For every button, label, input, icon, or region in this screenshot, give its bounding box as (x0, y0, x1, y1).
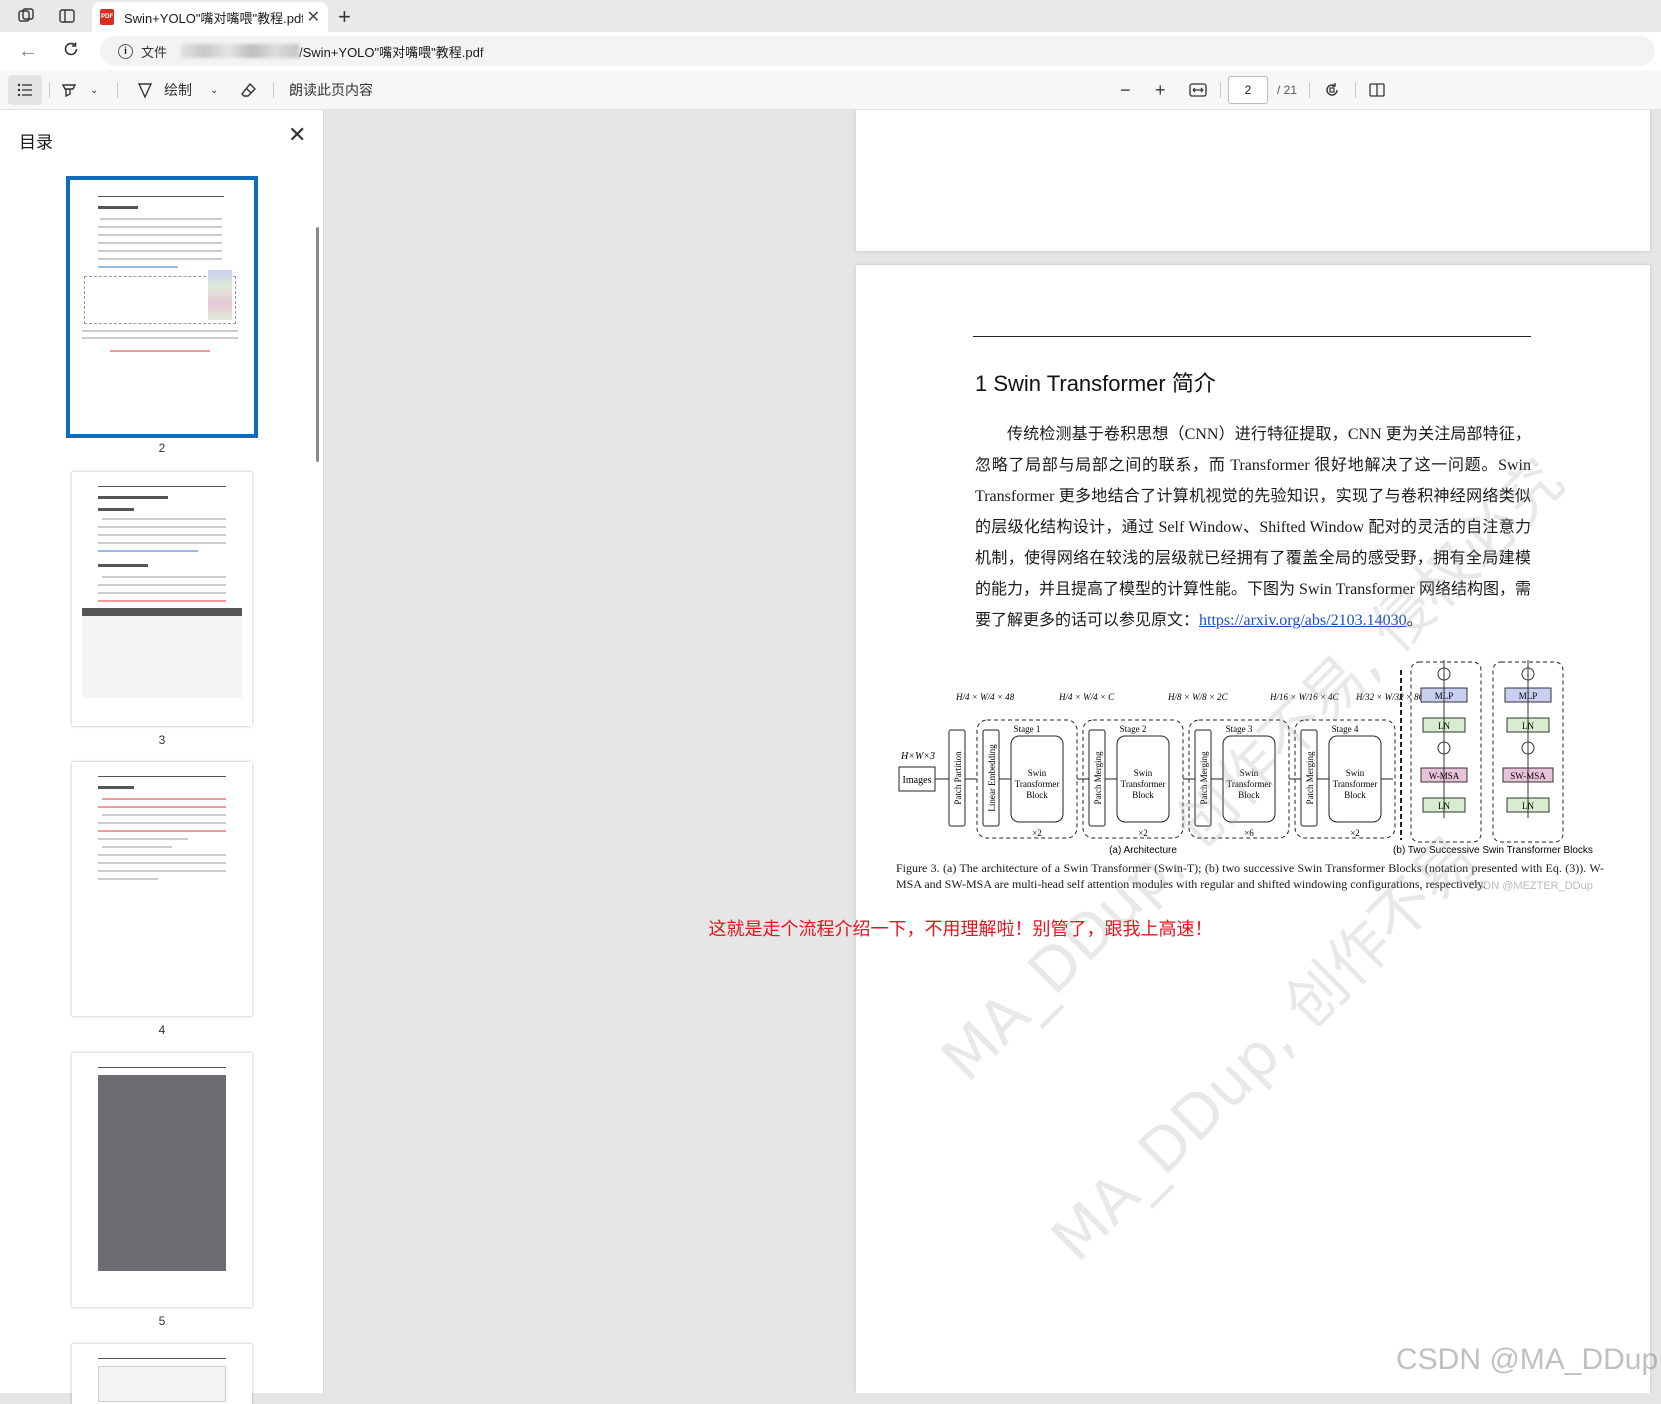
svg-text:Patch Merging: Patch Merging (1093, 751, 1103, 805)
header-rule (973, 336, 1531, 337)
new-tab-icon[interactable]: + (338, 4, 351, 30)
tab-bar: PDF Swin+YOLO"嘴对嘴喂"教程.pdf ✕ + (0, 0, 1661, 32)
pdf-page-1 (856, 110, 1650, 251)
chevron-down-icon[interactable]: ⌄ (210, 78, 218, 102)
dim-label: H/4 × W/4 × C (1058, 692, 1115, 702)
info-icon[interactable]: i (118, 43, 133, 59)
thumbnail-page-number: 2 (158, 441, 166, 455)
divider (1220, 82, 1221, 98)
page-thumbnail[interactable] (72, 1344, 252, 1404)
patch-partition-label: Patch Partition (953, 751, 963, 805)
active-tab[interactable]: PDF Swin+YOLO"嘴对嘴喂"教程.pdf ✕ (92, 2, 328, 32)
refresh-icon[interactable] (62, 40, 80, 64)
section-heading: 1 Swin Transformer 简介 (975, 371, 1216, 396)
divider (1355, 82, 1356, 98)
svg-text:Transformer: Transformer (1121, 779, 1166, 789)
thumbnail-page-number: 4 (158, 1023, 166, 1037)
workspaces-icon[interactable] (16, 6, 36, 26)
svg-text:Swin: Swin (1346, 768, 1365, 778)
zoom-in-button[interactable]: + (1155, 78, 1166, 102)
draw-button[interactable]: 绘制 (136, 78, 192, 102)
linear-embedding-label: Linear Embedding (987, 744, 997, 812)
navigation-bar: ← i 文件 /Swin+YOLO"嘴对嘴喂"教程.pdf (0, 32, 1661, 70)
divider (273, 82, 274, 98)
tab-title: Swin+YOLO"嘴对嘴喂"教程.pdf (124, 10, 303, 26)
pdf-icon: PDF (100, 9, 114, 25)
page-view-icon[interactable] (1368, 78, 1386, 102)
sidebar-scrollbar[interactable] (316, 227, 319, 462)
svg-text:Swin: Swin (1134, 768, 1153, 778)
svg-text:Block: Block (1026, 790, 1048, 800)
close-icon[interactable]: ✕ (288, 122, 306, 148)
highlight-icon[interactable] (60, 78, 78, 102)
sidebar-title: 目录 (19, 133, 53, 152)
repeat-label: ×2 (1350, 828, 1360, 838)
divider (1309, 82, 1310, 98)
page-thumbnail[interactable] (72, 1053, 252, 1307)
images-label: Images (903, 775, 932, 786)
back-icon[interactable]: ← (18, 40, 38, 63)
svg-text:Block: Block (1132, 790, 1154, 800)
svg-text:Swin: Swin (1028, 768, 1047, 778)
page-thumbnail[interactable] (66, 176, 258, 438)
page-thumbnail[interactable] (72, 472, 252, 726)
blurred-path (181, 44, 300, 58)
toc-sidebar: 目录 ✕ 2 3 4 5 (0, 110, 324, 1404)
svg-text:Transformer: Transformer (1015, 779, 1060, 789)
draw-icon (137, 83, 153, 99)
svg-text:Transformer: Transformer (1333, 779, 1378, 789)
address-scheme-label: 文件 (141, 44, 168, 60)
page-number-input[interactable]: 2 (1228, 76, 1268, 104)
eraser-icon[interactable] (240, 78, 258, 102)
stage-label: Stage 2 (1120, 724, 1147, 734)
table-of-contents-icon[interactable] (8, 75, 42, 105)
page-total: / 21 (1277, 83, 1298, 97)
thumbnail-page-number: 5 (158, 1314, 166, 1328)
svg-text:Block: Block (1344, 790, 1366, 800)
stage-label: Stage 1 (1014, 724, 1041, 734)
chevron-down-icon[interactable]: ⌄ (90, 78, 98, 102)
divider (49, 82, 50, 98)
address-path: /Swin+YOLO"嘴对嘴喂"教程.pdf (299, 44, 484, 60)
address-bar[interactable]: i 文件 /Swin+YOLO"嘴对嘴喂"教程.pdf (100, 36, 1655, 66)
read-aloud-button[interactable]: 朗读此页内容 (289, 78, 373, 102)
dim-label: H/8 × W/8 × 2C (1167, 692, 1229, 702)
fit-width-icon[interactable] (1189, 78, 1207, 102)
rotate-icon[interactable] (1323, 78, 1341, 102)
figure-watermark: CSDN @MEZTER_DDup (1468, 880, 1593, 892)
zoom-out-button[interactable]: − (1120, 78, 1131, 102)
draw-label: 绘制 (164, 82, 192, 98)
close-tab-icon[interactable]: ✕ (307, 7, 320, 27)
input-size-label: H×W×3 (900, 751, 935, 762)
divider (117, 82, 118, 98)
csdn-watermark: CSDN @MA_DDup (1396, 1343, 1659, 1376)
page-thumbnail[interactable] (72, 762, 252, 1016)
vertical-tabs-icon[interactable] (57, 6, 77, 26)
dim-label: H/4 × W/4 × 48 (955, 692, 1015, 702)
thumbnail-page-number: 3 (158, 733, 166, 747)
pdf-toolbar: ⌄ 绘制 ⌄ 朗读此页内容 − + 2 / 21 (0, 70, 1661, 110)
repeat-label: ×2 (1032, 828, 1042, 838)
